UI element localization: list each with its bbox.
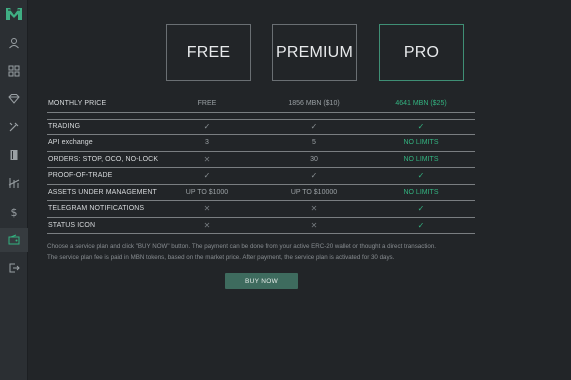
pro-check-icon: ✓	[417, 122, 425, 132]
table-row: PROOF-OF-TRADE ✓ ✓ ✓	[47, 168, 475, 185]
row-label: API exchange	[48, 139, 93, 147]
plan-premium[interactable]: PREMIUM	[272, 24, 357, 81]
table-row: STATUS ICON ✕ ✕ ✓	[47, 218, 475, 234]
logout-icon	[9, 263, 20, 273]
premium-cross-icon: ✕	[310, 204, 318, 214]
buy-now-button[interactable]: BUY NOW	[225, 273, 298, 289]
row-label: TELEGRAM NOTIFICATIONS	[48, 205, 145, 213]
note-line-1: Choose a service plan and click "BUY NOW…	[47, 243, 437, 250]
sidebar-item-wrench[interactable]	[0, 115, 28, 139]
free-check-icon: ✓	[203, 122, 211, 132]
premium-price: 1856 MBN ($10)	[288, 100, 340, 108]
row-label: PROOF-OF-TRADE	[48, 172, 113, 180]
free-cross-icon: ✕	[203, 220, 211, 230]
row-label: STATUS ICON	[48, 221, 96, 229]
wrench-icon	[9, 122, 19, 132]
row-label: ORDERS: STOP, OCO, NO-LOCK	[48, 155, 159, 163]
svg-text:$: $	[11, 206, 18, 218]
table-row: TELEGRAM NOTIFICATIONS ✕ ✕ ✓	[47, 201, 475, 218]
row-label: ASSETS UNDER MANAGEMENT	[48, 188, 157, 196]
chart-icon	[8, 178, 20, 188]
sidebar-item-diamond[interactable]	[0, 87, 28, 111]
wallet-icon	[8, 234, 20, 245]
note-line-2: The service plan fee is paid in MBN toke…	[47, 254, 395, 261]
premium-check-icon: ✓	[310, 122, 318, 132]
plan-pro[interactable]: PRO	[379, 24, 464, 81]
premium-cross-icon: ✕	[310, 220, 318, 230]
pro-value: NO LIMITS	[403, 188, 439, 196]
free-cross-icon: ✕	[203, 154, 211, 164]
sidebar-item-chart[interactable]	[0, 171, 28, 195]
table-row: ORDERS: STOP, OCO, NO-LOCK ✕ 30 NO LIMITS	[47, 152, 475, 168]
pro-check-icon: ✓	[417, 171, 425, 181]
dollar-icon: $	[11, 206, 18, 218]
free-value: 3	[205, 139, 209, 147]
premium-value: 30	[310, 155, 318, 163]
free-cross-icon: ✕	[203, 204, 211, 214]
logo-icon[interactable]	[5, 6, 23, 22]
free-value: UP TO $1000	[185, 188, 229, 196]
diamond-icon	[8, 94, 20, 104]
book-icon	[10, 150, 18, 160]
sidebar-item-dollar[interactable]: $	[0, 200, 28, 224]
premium-check-icon: ✓	[310, 171, 318, 181]
row-label: TRADING	[48, 123, 81, 131]
plan-comparison-table: MONTHLY PRICE FREE 1856 MBN ($10) 4641 M…	[47, 96, 475, 234]
premium-value: 5	[312, 139, 316, 147]
free-check-icon: ✓	[203, 171, 211, 181]
plan-selector: FREE PREMIUM PRO	[0, 24, 571, 81]
table-row: ASSETS UNDER MANAGEMENT UP TO $1000 UP TO …	[47, 185, 475, 201]
pro-check-icon: ✓	[417, 220, 425, 230]
pro-value: NO LIMITS	[403, 155, 439, 163]
premium-value: UP TO $10000	[290, 188, 338, 196]
row-label: MONTHLY PRICE	[48, 100, 107, 108]
pro-price: 4641 MBN ($25)	[395, 100, 447, 108]
plan-free[interactable]: FREE	[166, 24, 251, 81]
sidebar-item-book[interactable]	[0, 143, 28, 167]
payment-note: Choose a service plan and click "BUY NOW…	[47, 241, 487, 263]
pro-check-icon: ✓	[417, 204, 425, 214]
free-price: FREE	[197, 100, 217, 108]
price-row: MONTHLY PRICE FREE 1856 MBN ($10) 4641 M…	[47, 96, 475, 113]
pro-value: NO LIMITS	[403, 139, 439, 147]
sidebar-item-wallet[interactable]	[0, 228, 28, 252]
table-row: API exchange 3 5 NO LIMITS	[47, 135, 475, 152]
table-row: TRADING ✓ ✓ ✓	[47, 118, 475, 135]
sidebar-item-logout[interactable]	[0, 256, 28, 280]
